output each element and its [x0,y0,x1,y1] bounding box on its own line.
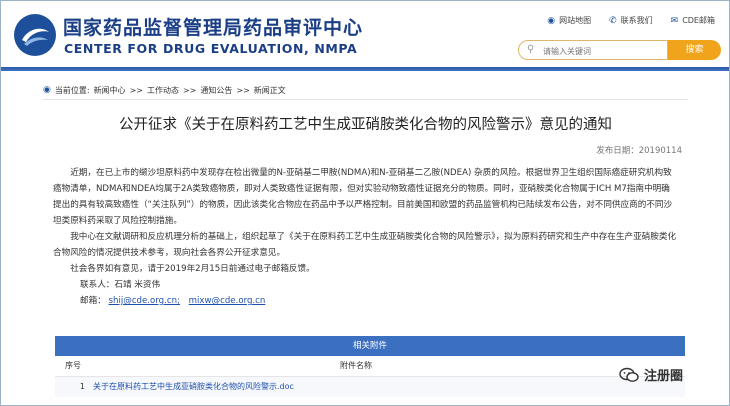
breadcrumb-news-center[interactable]: 新闻中心 [94,85,126,96]
article-title: 公开征求《关于在原料药工艺中生成亚硝胺类化合物的风险警示》意见的通知 [119,117,612,133]
article-paragraph: 近期，在已上市的缬沙坦原料药中发现存在检出微量的N-亚硝基二甲胺(NDMA)和N… [53,168,673,226]
wechat-watermark: 注册圈 [619,365,683,384]
breadcrumb-separator: >> [236,85,250,95]
breadcrumb-work-news[interactable]: 工作动态 [147,85,179,96]
cde-mail-label: CDE邮箱 [682,16,715,25]
article-paragraph: 我中心在文献调研和反应机理分析的基础上，组织起草了《关于在原料药工艺中生成亚硝胺… [53,232,677,258]
contacts-line: 联系人：石靖 米资伟 [80,280,161,290]
column-header-no: 序号 [65,361,81,370]
publish-date: 发布日期：20190114 [596,146,682,156]
article: 公开征求《关于在原料药工艺中生成亚硝胺类化合物的风险警示》意见的通知 发布日期：… [43,101,688,309]
location-pin-icon: ◉ [43,85,51,95]
site-header: 国家药品监督管理局药品审评中心 CENTER FOR DRUG EVALUATI… [1,1,729,67]
search-button[interactable]: 搜索 [668,40,721,60]
watermark-label: 注册圈 [644,369,684,384]
email-label: 邮箱： [80,296,106,306]
cde-mail-link[interactable]: ✉ CDE邮箱 [671,15,715,26]
sitemap-link[interactable]: ◉ 网站地图 [547,15,591,26]
mail-icon: ✉ [670,15,679,26]
attachment-link[interactable]: 关于在原料药工艺中生成亚硝胺类化合物的风险警示.doc [93,377,294,397]
location-pin-icon: ◉ [547,15,556,26]
breadcrumb-notices[interactable]: 通知公告 [200,85,232,96]
email-link-mixw[interactable]: mixw@cde.org.cn [189,296,266,306]
breadcrumb-separator: >> [129,85,143,95]
search-icon: ⚲ [527,44,535,55]
site-title-cn: 国家药品监督管理局药品审评中心 [63,17,364,39]
column-header-name: 附件名称 [340,361,372,370]
email-line: 邮箱： shij@cde.org.cn; mixw@cde.org.cn [43,293,688,309]
sitemap-label: 网站地图 [559,16,592,25]
breadcrumb-current: 新闻正文 [253,85,286,95]
contact-link[interactable]: ✆ 联系我们 [609,15,653,26]
phone-icon: ✆ [609,15,617,26]
contact-label: 联系我们 [620,16,653,25]
attachments-header-row: 序号 附件名称 [55,356,685,377]
attachments-heading: 相关附件 [55,336,685,356]
breadcrumb-prefix: 当前位置: [54,85,90,95]
email-link-shij[interactable]: shij@cde.org.cn; [109,296,180,306]
breadcrumb: ◉ 当前位置: 新闻中心 >> 工作动态 >> 通知公告 >> 新闻正文 [43,81,688,100]
attachment-index: 1 [79,382,85,391]
site-title-en: CENTER FOR DRUG EVALUATION, NMPA [64,41,358,56]
top-links: ◉ 网站地图 ✆ 联系我们 ✉ CDE邮箱 [547,15,715,26]
breadcrumb-separator: >> [182,85,197,95]
attachments-panel: 相关附件 序号 附件名称 1 关于在原料药工艺中生成亚硝胺类化合物的风险警示.d… [55,336,685,397]
article-paragraph: 社会各界如有意见，请于2019年2月15日前通过电子邮箱反馈。 [70,264,315,274]
search-input[interactable] [541,43,665,59]
search-box: ⚲ [518,40,668,60]
header-divider [1,67,729,71]
page-frame: 国家药品监督管理局药品审评中心 CENTER FOR DRUG EVALUATI… [0,0,730,406]
logo-emblem-icon [16,16,54,54]
cde-logo[interactable] [14,14,56,56]
table-row: 1 关于在原料药工艺中生成亚硝胺类化合物的风险警示.doc [55,377,685,397]
wechat-icon [619,367,639,382]
